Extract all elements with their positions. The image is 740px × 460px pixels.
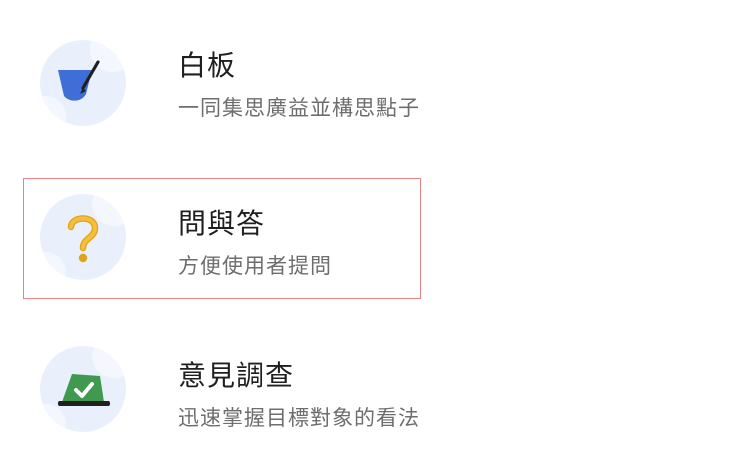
menu-item-whiteboard[interactable]: 白板 一同集思廣益並構思點子 [0, 22, 740, 142]
qa-title: 問與答 [178, 207, 266, 240]
whiteboard-subtitle: 一同集思廣益並構思點子 [178, 96, 420, 120]
poll-title: 意見調查 [178, 359, 295, 392]
whiteboard-icon [40, 40, 126, 126]
question-mark-icon [40, 194, 126, 280]
poll-subtitle: 迅速掌握目標對象的看法 [178, 406, 420, 430]
feature-menu: 白板 一同集思廣益並構思點子 問與答 方便使用者提問 意見調查 迅速掌握目標對象… [0, 0, 740, 460]
poll-icon [40, 346, 126, 432]
menu-item-qa[interactable]: 問與答 方便使用者提問 [0, 178, 740, 298]
whiteboard-title: 白板 [178, 49, 237, 82]
qa-subtitle: 方便使用者提問 [178, 254, 332, 278]
menu-item-poll[interactable]: 意見調查 迅速掌握目標對象的看法 [0, 330, 740, 450]
